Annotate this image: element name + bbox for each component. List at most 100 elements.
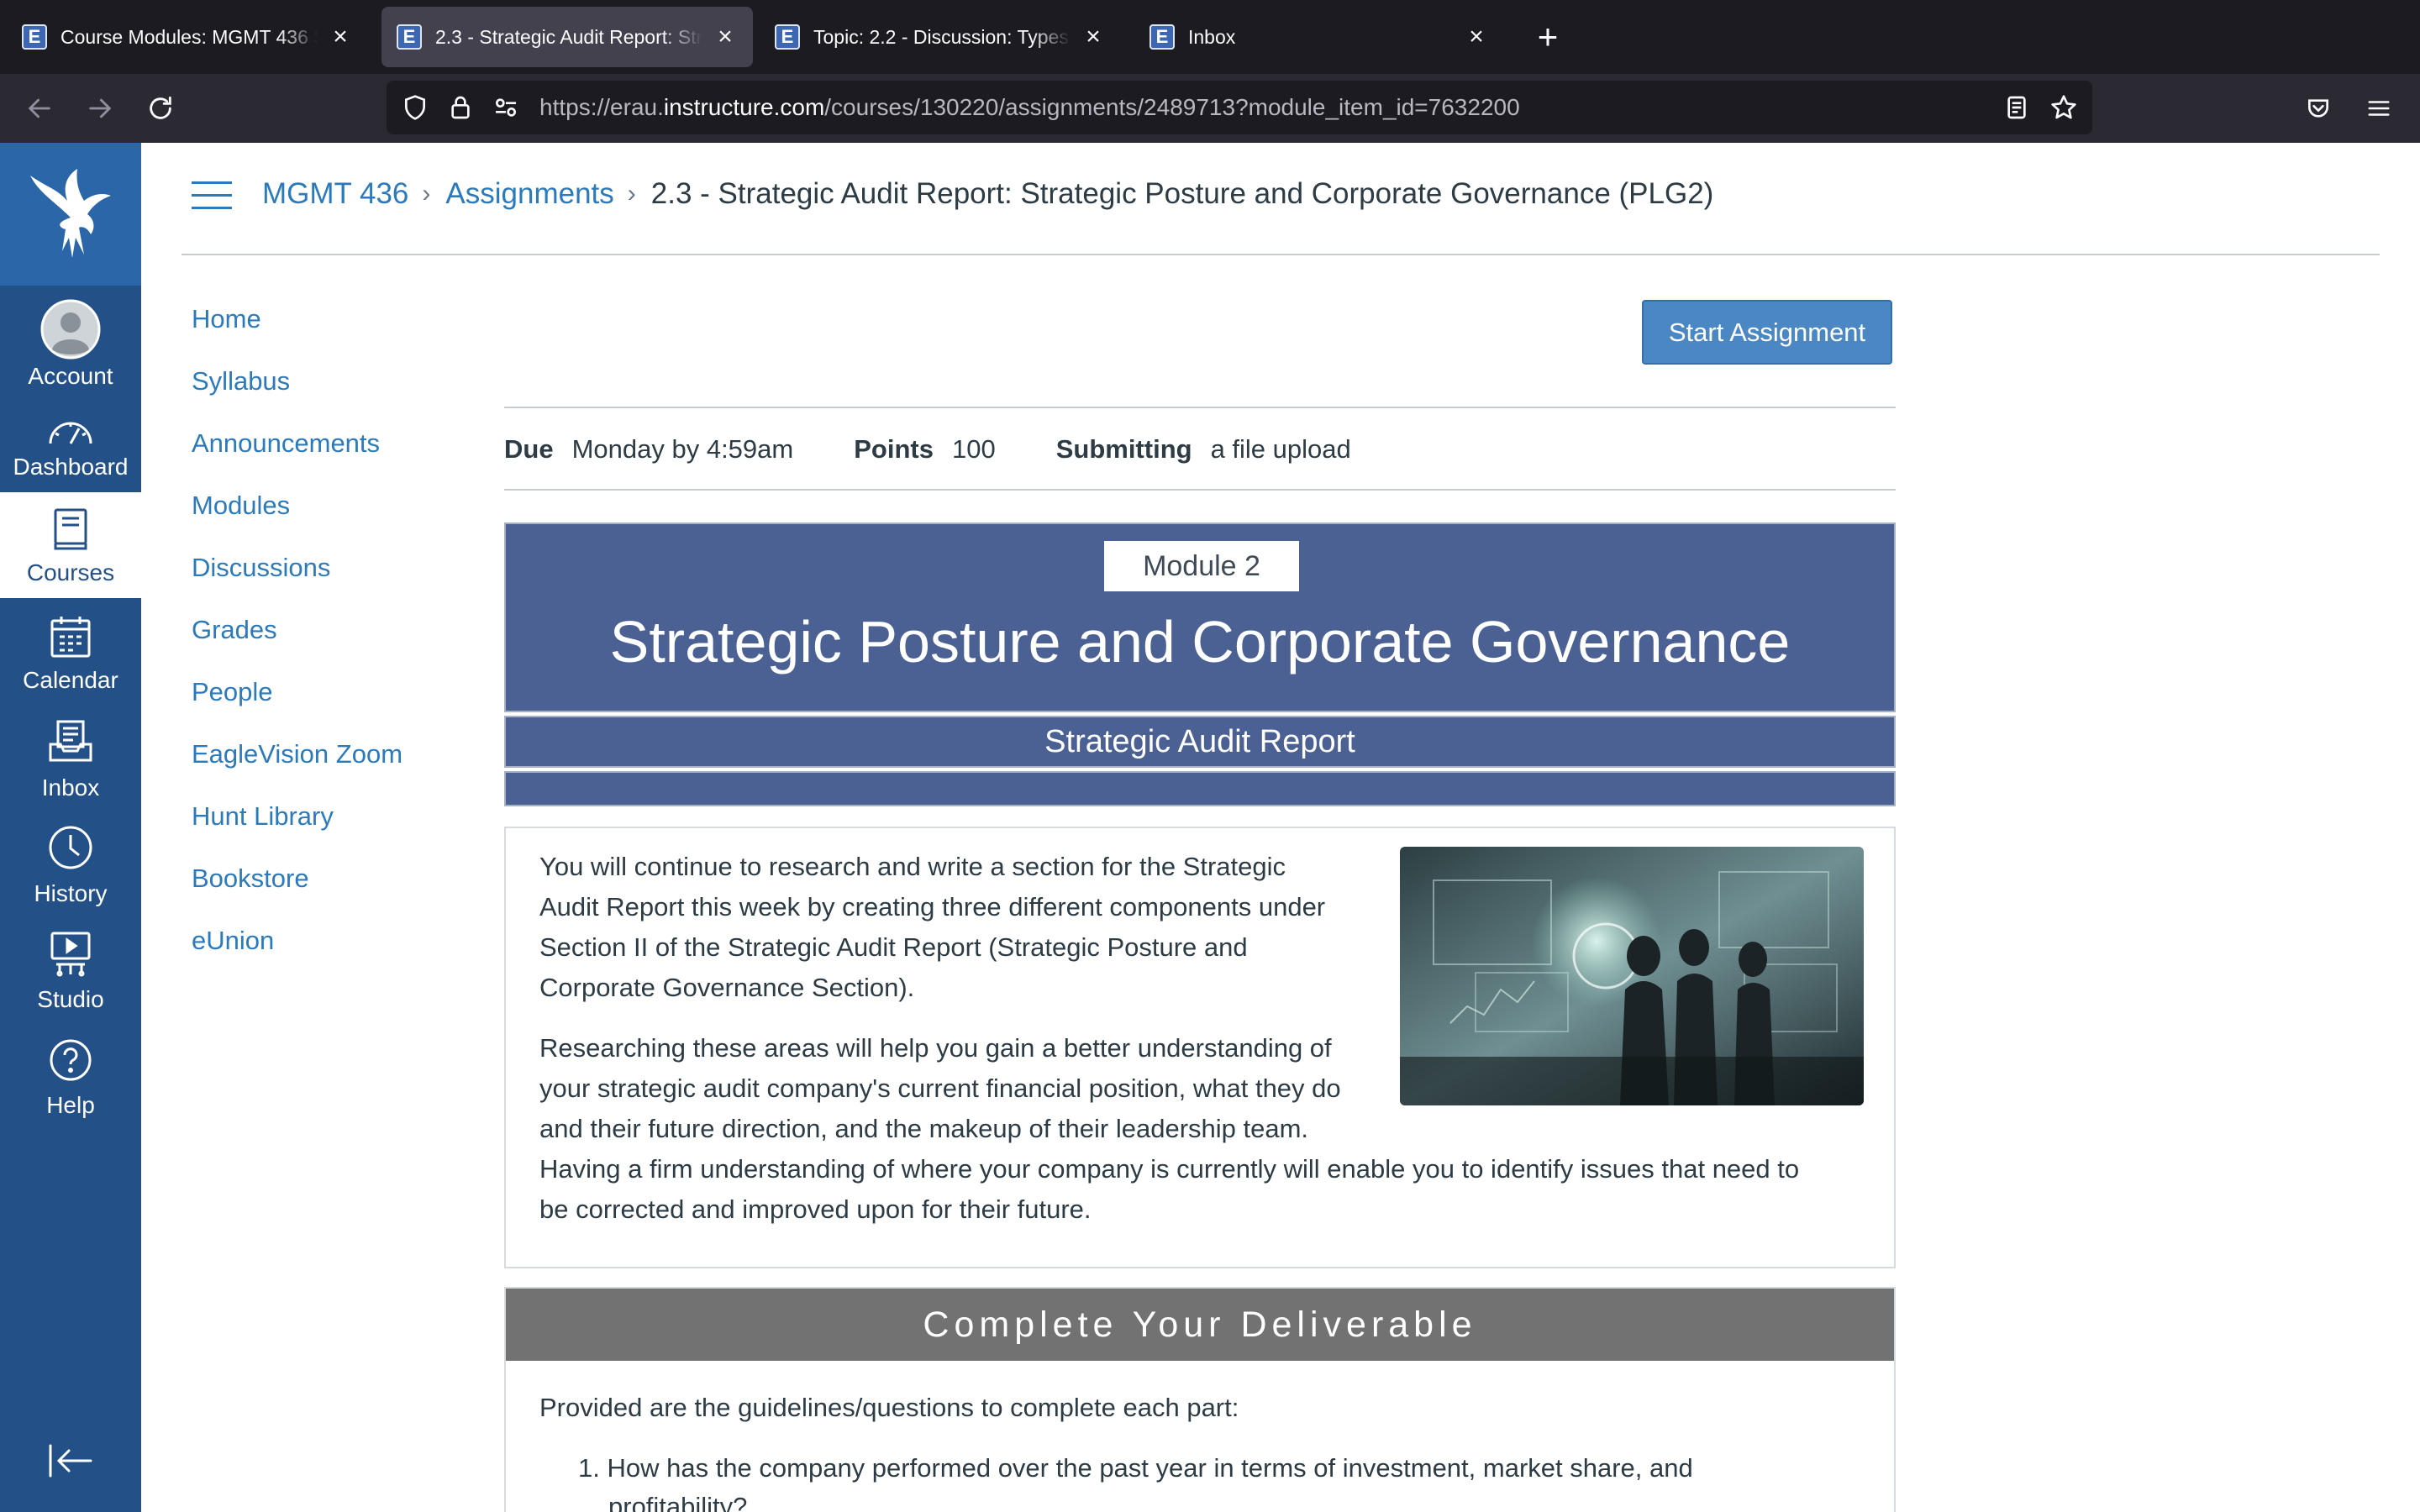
global-nav-studio[interactable]: Studio <box>0 916 141 1021</box>
canvas-favicon-icon: E <box>775 24 800 50</box>
breadcrumb-current: 2.3 - Strategic Audit Report: Strategic … <box>650 177 1714 210</box>
global-nav-dashboard[interactable]: Dashboard <box>0 390 141 492</box>
shield-icon[interactable] <box>402 94 429 121</box>
canvas-favicon-icon: E <box>397 24 422 50</box>
tab-title: Course Modules: MGMT 436 Strategic Manag… <box>60 25 318 48</box>
banner-strip <box>504 771 1896 806</box>
submitting-label: Submitting <box>1055 434 1192 464</box>
banner-title: Strategic Posture and Corporate Governan… <box>609 609 1791 675</box>
browser-tab-discussion[interactable]: E Topic: 2.2 - Discussion: Types of × <box>760 7 1121 67</box>
new-tab-plus-icon[interactable]: + <box>1529 18 1566 55</box>
deliverable-item-1: 1. How has the company performed over th… <box>578 1453 1693 1483</box>
nav-label: Studio <box>37 986 104 1012</box>
banner-subtitle: Strategic Audit Report <box>504 716 1896 768</box>
calendar-icon <box>50 617 91 658</box>
points-label: Points <box>854 434 934 464</box>
intro-section: You will continue to research and write … <box>504 827 1896 1268</box>
banner-title-panel: Module 2 Strategic Posture and Corporate… <box>504 522 1896 712</box>
breadcrumb: MGMT 436 › Assignments › 2.3 - Strategic… <box>262 173 1713 215</box>
global-nav-calendar[interactable]: Calendar <box>0 598 141 704</box>
course-nav-eaglevision-zoom[interactable]: EagleVision Zoom <box>192 739 402 769</box>
deliverable-item-1-continued: profitability? <box>608 1492 748 1512</box>
course-nav-eunion[interactable]: eUnion <box>192 926 274 956</box>
back-arrow-icon[interactable] <box>18 87 60 129</box>
reader-view-icon[interactable] <box>2003 94 2030 121</box>
nav-label: Dashboard <box>13 454 129 480</box>
intro-line: Corporate Governance Section). <box>539 973 915 1002</box>
permissions-icon[interactable] <box>492 94 519 121</box>
close-icon[interactable]: × <box>1464 24 1489 50</box>
help-icon <box>50 1039 92 1081</box>
course-menu-toggle-icon[interactable] <box>192 181 232 210</box>
reload-icon[interactable] <box>139 87 182 129</box>
global-nav-courses[interactable]: Courses <box>0 492 141 598</box>
course-nav-bookstore[interactable]: Bookstore <box>192 864 309 894</box>
menu-hamburger-icon[interactable] <box>2358 87 2400 129</box>
submitting-value: a file upload <box>1210 434 1351 464</box>
intro-line: Audit Report this week by creating three… <box>539 892 1326 921</box>
intro-line: your strategic audit company's current f… <box>539 1074 1341 1103</box>
collapse-nav-arrow-icon[interactable] <box>47 1441 94 1481</box>
intro-paragraph-2: Researching these areas will help you ga… <box>539 1028 1799 1230</box>
start-assignment-button[interactable]: Start Assignment <box>1642 300 1892 365</box>
history-clock-icon <box>49 826 92 869</box>
nav-label: History <box>34 880 108 906</box>
pocket-icon[interactable] <box>2297 87 2339 129</box>
details-bottom-divider <box>504 489 1896 491</box>
close-icon[interactable]: × <box>713 24 738 50</box>
course-nav-people[interactable]: People <box>192 677 273 707</box>
global-nav-inbox[interactable]: Inbox <box>0 704 141 810</box>
studio-icon <box>50 932 91 977</box>
tab-title: Topic: 2.2 - Discussion: Types of <box>813 25 1071 48</box>
url-prefix: https://erau. <box>539 94 664 120</box>
lock-icon[interactable] <box>447 94 474 121</box>
eagle-logo-icon <box>30 169 111 258</box>
course-nav-home[interactable]: Home <box>192 304 261 334</box>
deliverable-section: Complete Your Deliverable Provided are t… <box>504 1287 1896 1512</box>
courses-book-icon <box>54 508 87 550</box>
address-bar[interactable]: https://erau.instructure.com/courses/130… <box>387 81 2092 134</box>
dashboard-gauge-icon <box>49 422 92 444</box>
nav-label: Account <box>28 363 113 389</box>
details-top-divider <box>504 407 1896 408</box>
assignment-details: Due Monday by 4:59am Points 100 Submitti… <box>504 428 1412 470</box>
due-value: Monday by 4:59am <box>571 434 794 464</box>
due-label: Due <box>504 434 554 464</box>
course-nav-announcements[interactable]: Announcements <box>192 428 380 459</box>
url-text[interactable]: https://erau.instructure.com/courses/130… <box>539 81 1520 134</box>
deliverable-intro: Provided are the guidelines/questions to… <box>539 1393 1239 1422</box>
intro-paragraph-1: You will continue to research and write … <box>539 847 1325 1008</box>
inbox-icon <box>49 720 92 762</box>
account-avatar-icon <box>40 299 101 360</box>
course-nav-discussions[interactable]: Discussions <box>192 553 330 583</box>
forward-arrow-icon[interactable] <box>79 87 121 129</box>
intro-line: be corrected and improved upon for their… <box>539 1194 1092 1224</box>
course-nav-syllabus[interactable]: Syllabus <box>192 366 290 396</box>
nav-label: Inbox <box>41 774 100 801</box>
module-banner: Module 2 Strategic Posture and Corporate… <box>504 522 1896 806</box>
close-icon[interactable]: × <box>1081 24 1106 50</box>
chevron-right-icon: › <box>422 180 431 207</box>
course-nav-modules[interactable]: Modules <box>192 491 290 521</box>
browser-tab-course-modules[interactable]: E Course Modules: MGMT 436 Strategic Man… <box>7 7 368 67</box>
bookmark-star-icon[interactable] <box>2050 94 2077 121</box>
url-path: /courses/130220/assignments/2489713?modu… <box>824 94 1520 120</box>
browser-toolbar: https://erau.instructure.com/courses/130… <box>0 74 2420 143</box>
global-nav-account[interactable]: Account <box>0 286 141 390</box>
points-value: 100 <box>951 434 996 464</box>
erau-eagle-logo[interactable] <box>0 143 141 286</box>
global-nav-help[interactable]: Help <box>0 1021 141 1127</box>
browser-tab-inbox[interactable]: E Inbox × <box>1134 7 1504 67</box>
browser-tab-strategic-audit[interactable]: E 2.3 - Strategic Audit Report: Strategi… <box>381 7 753 67</box>
chevron-right-icon: › <box>627 180 636 207</box>
breadcrumb-assignments[interactable]: Assignments <box>445 177 613 211</box>
course-nav-hunt-library[interactable]: Hunt Library <box>192 801 334 832</box>
breadcrumb-course[interactable]: MGMT 436 <box>262 177 408 211</box>
intro-line: Section II of the Strategic Audit Report… <box>539 932 1248 962</box>
browser-tab-bar: E Course Modules: MGMT 436 Strategic Man… <box>0 0 2420 74</box>
global-nav-history[interactable]: History <box>0 810 141 916</box>
close-icon[interactable]: × <box>328 24 353 50</box>
tab-title: Inbox <box>1188 25 1236 48</box>
tab-title: 2.3 - Strategic Audit Report: Strategic … <box>435 25 702 48</box>
course-nav-grades[interactable]: Grades <box>192 615 277 645</box>
